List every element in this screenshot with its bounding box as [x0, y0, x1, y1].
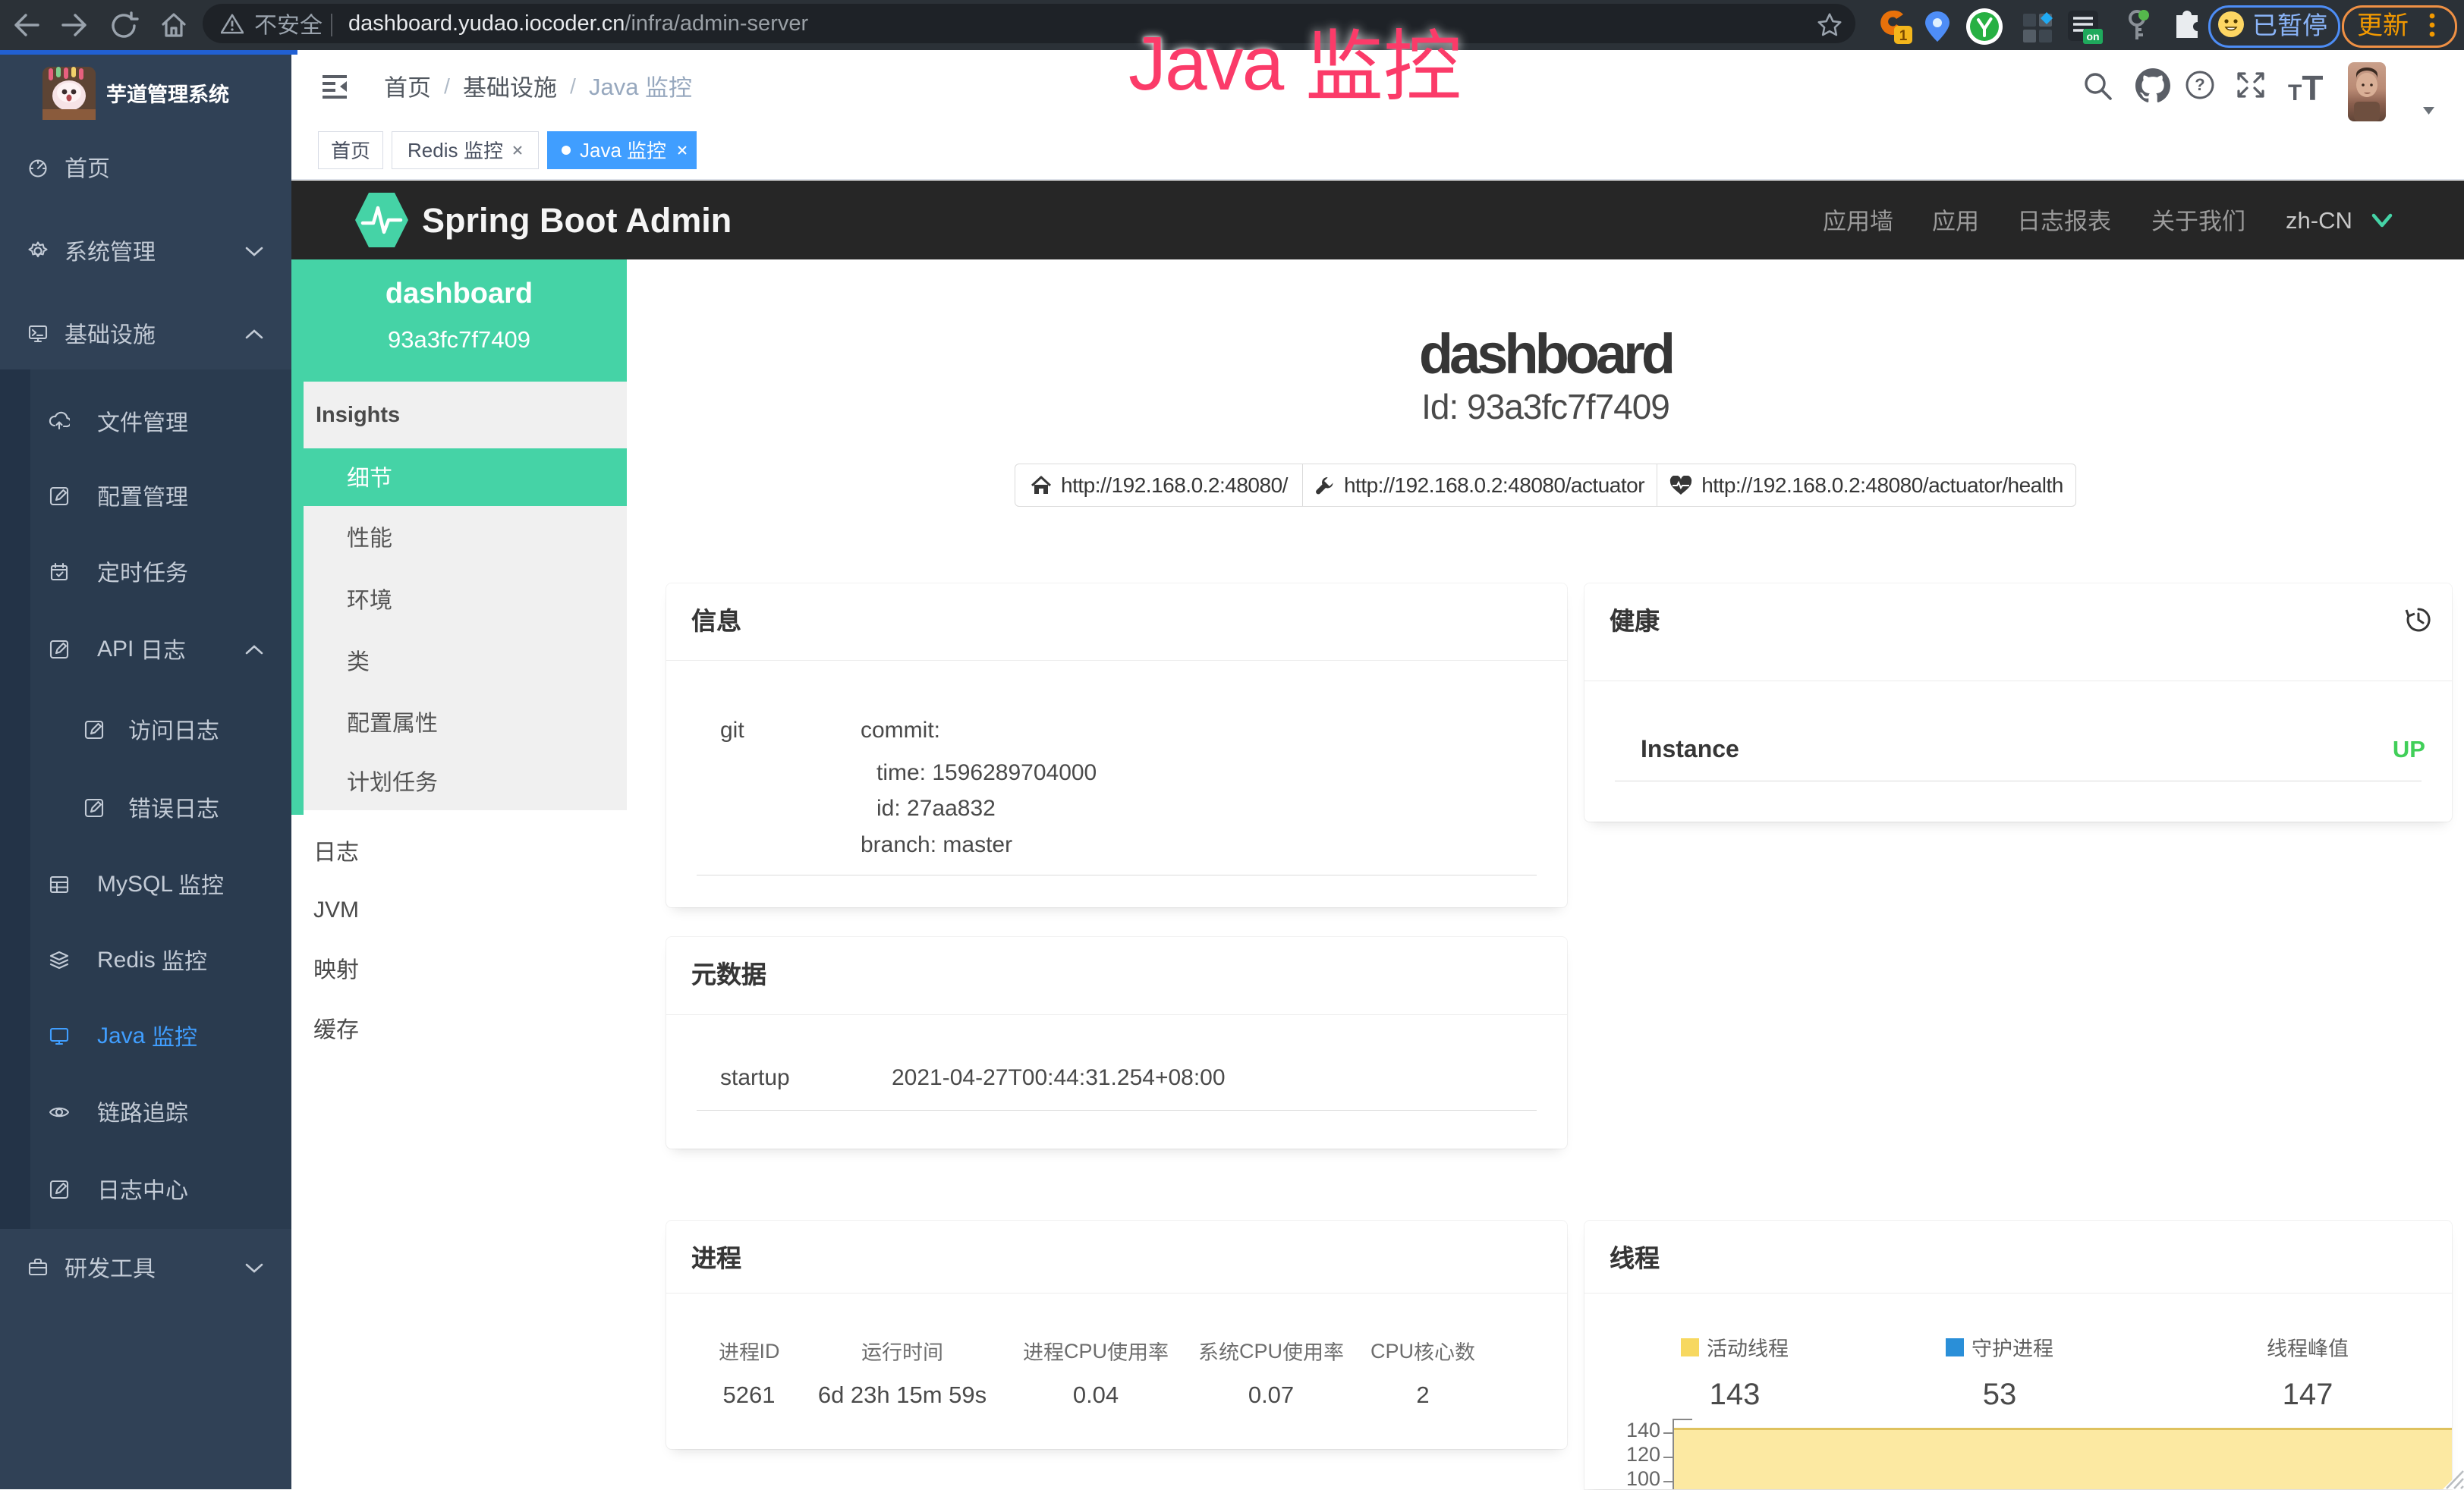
svg-text:on: on: [2086, 30, 2099, 42]
svg-text:1: 1: [1899, 28, 1908, 44]
svg-text:?: ?: [2195, 75, 2204, 94]
